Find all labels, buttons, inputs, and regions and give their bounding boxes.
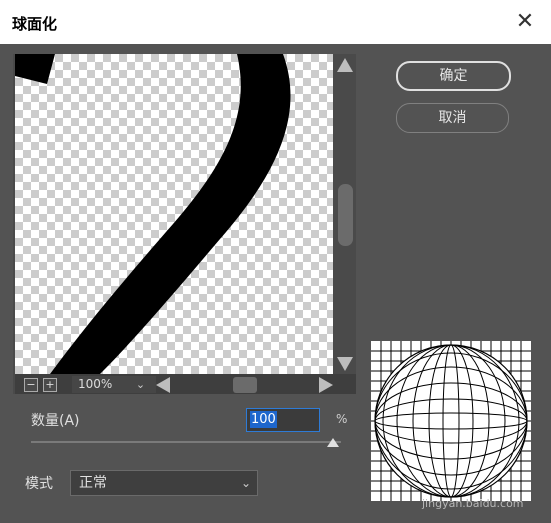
scroll-down-arrow-icon[interactable] — [337, 357, 353, 371]
preview-bottom-bar — [15, 374, 356, 394]
close-icon[interactable]: ✕ — [513, 10, 537, 34]
scroll-left-arrow-icon[interactable] — [156, 377, 170, 393]
amount-value: 100 — [250, 411, 277, 428]
zoom-in-icon[interactable]: + — [43, 378, 57, 392]
zoom-out-icon[interactable]: − — [24, 378, 38, 392]
amount-slider-track[interactable] — [31, 441, 341, 443]
spherize-grid-preview — [371, 341, 531, 501]
horizontal-scroll-thumb[interactable] — [233, 377, 257, 393]
title-bar: 球面化 ✕ — [0, 0, 551, 44]
zoom-level-value: 100% — [78, 377, 113, 391]
dialog-title: 球面化 — [12, 15, 58, 33]
amount-slider-handle[interactable] — [327, 438, 339, 447]
cancel-button[interactable]: 取消 — [396, 103, 509, 133]
sphere-grid-graphic — [371, 341, 531, 501]
amount-input[interactable]: 100 — [246, 408, 320, 432]
mode-selected-value: 正常 — [79, 475, 107, 491]
scroll-right-arrow-icon[interactable] — [319, 377, 333, 393]
amount-unit: % — [336, 412, 348, 426]
chevron-down-icon[interactable]: ⌄ — [132, 376, 149, 393]
scroll-up-arrow-icon[interactable] — [337, 58, 353, 72]
mode-label: 模式 — [25, 476, 53, 492]
spherize-dialog: 球面化 ✕ − + 100% ⌄ 确定 取消 数量(A) 100 % 模式 正常… — [0, 0, 551, 523]
mode-select[interactable]: 正常 ⌄ — [70, 470, 258, 496]
preview-canvas[interactable] — [15, 54, 333, 374]
ok-button[interactable]: 确定 — [396, 61, 511, 91]
chevron-down-icon: ⌄ — [240, 476, 251, 490]
vertical-scroll-thumb[interactable] — [338, 184, 353, 246]
preview-image — [15, 54, 291, 374]
watermark-text: jingyan.baidu.com — [422, 497, 524, 510]
amount-label: 数量(A) — [31, 413, 80, 429]
